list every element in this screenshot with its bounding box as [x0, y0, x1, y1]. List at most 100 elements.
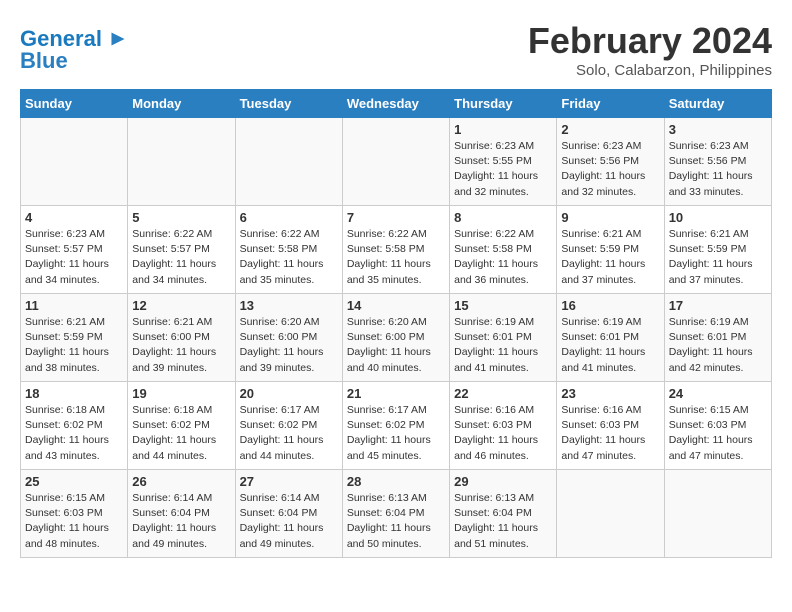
calendar-cell: 5Sunrise: 6:22 AM Sunset: 5:57 PM Daylig… — [128, 206, 235, 294]
day-number: 14 — [347, 298, 445, 313]
day-number: 10 — [669, 210, 767, 225]
day-info: Sunrise: 6:18 AM Sunset: 6:02 PM Dayligh… — [132, 403, 230, 464]
day-info: Sunrise: 6:20 AM Sunset: 6:00 PM Dayligh… — [240, 315, 338, 376]
day-number: 11 — [25, 298, 123, 313]
calendar-cell: 1 Sunrise: 6:23 AM Sunset: 5:55 PM Daylig… — [450, 118, 557, 206]
calendar-cell: 4Sunrise: 6:23 AM Sunset: 5:57 PM Daylig… — [21, 206, 128, 294]
day-info: Sunrise: 6:23 AM Sunset: 5:56 PM Dayligh… — [561, 139, 659, 200]
day-number: 24 — [669, 386, 767, 401]
calendar-cell: 17 Sunrise: 6:19 AM Sunset: 6:01 PM Dayli… — [664, 294, 771, 382]
day-number: 21 — [347, 386, 445, 401]
day-info: Sunrise: 6:23 AM Sunset: 5:55 PM Dayligh… — [454, 139, 552, 200]
calendar-cell: 24 Sunrise: 6:15 AM Sunset: 6:03 PM Dayli… — [664, 382, 771, 470]
day-number: 15 — [454, 298, 552, 313]
calendar-cell: 18 Sunrise: 6:18 AM Sunset: 6:02 PM Dayli… — [21, 382, 128, 470]
weekday-header-saturday: Saturday — [664, 90, 771, 118]
day-number: 17 — [669, 298, 767, 313]
calendar-cell: 29 Sunrise: 6:13 AM Sunset: 6:04 PM Dayli… — [450, 470, 557, 558]
calendar-cell: 19Sunrise: 6:18 AM Sunset: 6:02 PM Dayli… — [128, 382, 235, 470]
day-info: Sunrise: 6:21 AM Sunset: 5:59 PM Dayligh… — [25, 315, 123, 376]
calendar-cell: 26 Sunrise: 6:14 AM Sunset: 6:04 PM Dayli… — [128, 470, 235, 558]
calendar-cell: 22 Sunrise: 6:16 AM Sunset: 6:03 PM Dayli… — [450, 382, 557, 470]
calendar-cell: 25 Sunrise: 6:15 AM Sunset: 6:03 PM Dayli… — [21, 470, 128, 558]
day-number: 16 — [561, 298, 659, 313]
calendar-cell: 10 Sunrise: 6:21 AM Sunset: 5:59 PM Dayli… — [664, 206, 771, 294]
day-number: 8 — [454, 210, 552, 225]
day-number: 7 — [347, 210, 445, 225]
week-row-4: 18 Sunrise: 6:18 AM Sunset: 6:02 PM Dayli… — [21, 382, 772, 470]
calendar-cell: 23Sunrise: 6:16 AM Sunset: 6:03 PM Dayli… — [557, 382, 664, 470]
day-info: Sunrise: 6:21 AM Sunset: 5:59 PM Dayligh… — [669, 227, 767, 288]
day-info: Sunrise: 6:15 AM Sunset: 6:03 PM Dayligh… — [669, 403, 767, 464]
day-info: Sunrise: 6:14 AM Sunset: 6:04 PM Dayligh… — [240, 491, 338, 552]
weekday-header-tuesday: Tuesday — [235, 90, 342, 118]
day-info: Sunrise: 6:16 AM Sunset: 6:03 PM Dayligh… — [454, 403, 552, 464]
day-number: 2 — [561, 122, 659, 137]
day-info: Sunrise: 6:21 AM Sunset: 5:59 PM Dayligh… — [561, 227, 659, 288]
day-info: Sunrise: 6:14 AM Sunset: 6:04 PM Dayligh… — [132, 491, 230, 552]
calendar-cell: 8 Sunrise: 6:22 AM Sunset: 5:58 PM Daylig… — [450, 206, 557, 294]
calendar-cell: 15 Sunrise: 6:19 AM Sunset: 6:01 PM Dayli… — [450, 294, 557, 382]
calendar-cell: 28 Sunrise: 6:13 AM Sunset: 6:04 PM Dayli… — [342, 470, 449, 558]
weekday-header-row: SundayMondayTuesdayWednesdayThursdayFrid… — [21, 90, 772, 118]
calendar-cell: 3 Sunrise: 6:23 AM Sunset: 5:56 PM Daylig… — [664, 118, 771, 206]
logo-icon — [104, 25, 132, 53]
day-number: 22 — [454, 386, 552, 401]
day-info: Sunrise: 6:19 AM Sunset: 6:01 PM Dayligh… — [669, 315, 767, 376]
calendar-cell: 16 Sunrise: 6:19 AM Sunset: 6:01 PM Dayli… — [557, 294, 664, 382]
day-number: 18 — [25, 386, 123, 401]
week-row-2: 4Sunrise: 6:23 AM Sunset: 5:57 PM Daylig… — [21, 206, 772, 294]
day-number: 29 — [454, 474, 552, 489]
day-info: Sunrise: 6:22 AM Sunset: 5:57 PM Dayligh… — [132, 227, 230, 288]
calendar-cell: 13 Sunrise: 6:20 AM Sunset: 6:00 PM Dayli… — [235, 294, 342, 382]
calendar-subtitle: Solo, Calabarzon, Philippines — [528, 62, 772, 79]
day-info: Sunrise: 6:23 AM Sunset: 5:56 PM Dayligh… — [669, 139, 767, 200]
day-info: Sunrise: 6:16 AM Sunset: 6:03 PM Dayligh… — [561, 403, 659, 464]
day-info: Sunrise: 6:17 AM Sunset: 6:02 PM Dayligh… — [240, 403, 338, 464]
calendar-table: SundayMondayTuesdayWednesdayThursdayFrid… — [20, 89, 772, 558]
day-number: 26 — [132, 474, 230, 489]
day-info: Sunrise: 6:19 AM Sunset: 6:01 PM Dayligh… — [561, 315, 659, 376]
calendar-cell: 2 Sunrise: 6:23 AM Sunset: 5:56 PM Daylig… — [557, 118, 664, 206]
day-info: Sunrise: 6:13 AM Sunset: 6:04 PM Dayligh… — [454, 491, 552, 552]
calendar-cell — [128, 118, 235, 206]
calendar-cell — [235, 118, 342, 206]
calendar-cell: 11 Sunrise: 6:21 AM Sunset: 5:59 PM Dayli… — [21, 294, 128, 382]
calendar-cell — [664, 470, 771, 558]
calendar-title: February 2024 — [528, 20, 772, 62]
day-info: Sunrise: 6:15 AM Sunset: 6:03 PM Dayligh… — [25, 491, 123, 552]
day-number: 9 — [561, 210, 659, 225]
calendar-cell: 9 Sunrise: 6:21 AM Sunset: 5:59 PM Daylig… — [557, 206, 664, 294]
week-row-5: 25 Sunrise: 6:15 AM Sunset: 6:03 PM Dayli… — [21, 470, 772, 558]
day-info: Sunrise: 6:19 AM Sunset: 6:01 PM Dayligh… — [454, 315, 552, 376]
calendar-cell — [557, 470, 664, 558]
weekday-header-wednesday: Wednesday — [342, 90, 449, 118]
weekday-header-friday: Friday — [557, 90, 664, 118]
calendar-cell — [21, 118, 128, 206]
calendar-cell: 27Sunrise: 6:14 AM Sunset: 6:04 PM Dayli… — [235, 470, 342, 558]
day-info: Sunrise: 6:22 AM Sunset: 5:58 PM Dayligh… — [240, 227, 338, 288]
day-number: 1 — [454, 122, 552, 137]
calendar-cell: 7 Sunrise: 6:22 AM Sunset: 5:58 PM Daylig… — [342, 206, 449, 294]
day-number: 13 — [240, 298, 338, 313]
day-number: 3 — [669, 122, 767, 137]
title-section: February 2024 Solo, Calabarzon, Philippi… — [528, 20, 772, 79]
day-number: 12 — [132, 298, 230, 313]
calendar-cell: 14Sunrise: 6:20 AM Sunset: 6:00 PM Dayli… — [342, 294, 449, 382]
header: General Blue February 2024 Solo, Calabar… — [20, 20, 772, 79]
day-number: 25 — [25, 474, 123, 489]
day-info: Sunrise: 6:13 AM Sunset: 6:04 PM Dayligh… — [347, 491, 445, 552]
day-info: Sunrise: 6:18 AM Sunset: 6:02 PM Dayligh… — [25, 403, 123, 464]
day-info: Sunrise: 6:22 AM Sunset: 5:58 PM Dayligh… — [454, 227, 552, 288]
day-info: Sunrise: 6:22 AM Sunset: 5:58 PM Dayligh… — [347, 227, 445, 288]
day-number: 20 — [240, 386, 338, 401]
logo: General Blue — [20, 25, 132, 73]
week-row-3: 11 Sunrise: 6:21 AM Sunset: 5:59 PM Dayli… — [21, 294, 772, 382]
weekday-header-sunday: Sunday — [21, 90, 128, 118]
calendar-cell: 12Sunrise: 6:21 AM Sunset: 6:00 PM Dayli… — [128, 294, 235, 382]
calendar-cell: 6Sunrise: 6:22 AM Sunset: 5:58 PM Daylig… — [235, 206, 342, 294]
day-number: 4 — [25, 210, 123, 225]
calendar-cell: 21Sunrise: 6:17 AM Sunset: 6:02 PM Dayli… — [342, 382, 449, 470]
day-number: 28 — [347, 474, 445, 489]
week-row-1: 1 Sunrise: 6:23 AM Sunset: 5:55 PM Daylig… — [21, 118, 772, 206]
